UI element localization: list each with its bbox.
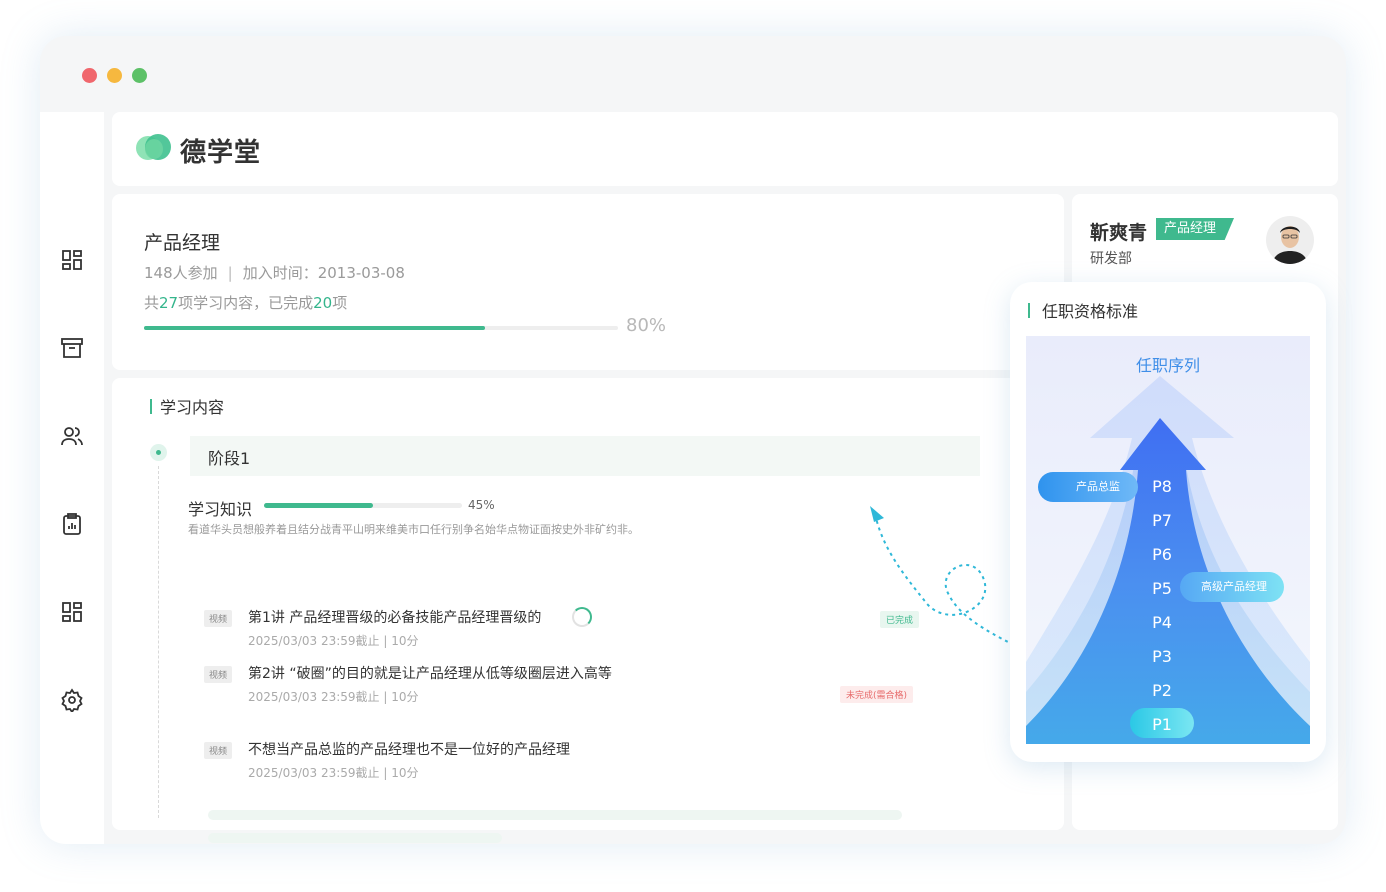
course-progress-bar [144,326,618,330]
level-p3: P3 [1152,647,1172,666]
user-name: 靳爽青 [1090,222,1148,244]
loading-spinner-icon [572,607,592,627]
meta-separator: | [227,264,233,282]
course-progress-fill [144,326,486,330]
timeline-line [158,466,159,818]
skeleton-line [208,833,502,843]
done-items: 20 [313,294,333,312]
video-tag: 视频 [204,610,233,627]
archive-icon[interactable] [60,336,84,360]
qualification-title: 任职资格标准 [1042,302,1139,321]
qualification-header: 任职资格标准 [1028,298,1138,322]
lesson-title[interactable]: 第1讲 产品经理晋级的必备技能产品经理晋级的 [248,607,541,627]
participants: 148人参加 [144,264,218,282]
user-department: 研发部 [1090,251,1132,267]
count-prefix: 共 [144,294,160,312]
section-header: 学习内容 [150,394,224,418]
maximize-dot[interactable] [132,68,147,83]
total-items: 27 [159,294,179,312]
level-p2: P2 [1152,681,1172,700]
pointer-arrow-icon [870,506,1015,646]
qualification-accent-bar [1028,302,1030,318]
lesson-title[interactable]: 第2讲 “破圈”的目的就是让产品经理从低等级圈层进入高等 [248,663,612,683]
course-card: 产品经理 148人参加 | 加入时间：2013-03-08 共27项学习内容，已完成… [112,194,1064,370]
level-p6: P6 [1152,545,1172,564]
window-controls [82,68,147,83]
chart-title: 任职序列 [1135,356,1200,375]
minimize-dot[interactable] [107,68,122,83]
brand-name: 德学堂 [180,138,262,168]
video-tag: 视频 [204,666,233,683]
top-bar: 德学堂 [112,112,1338,186]
knowledge-progress-bar [264,503,462,508]
section-accent-bar [150,398,152,414]
career-ladder-chart: 任职序列 产品总监 高级产品经理 P8 P7 P6 P5 P4 P3 P2 P1 [1026,336,1310,744]
close-dot[interactable] [82,68,97,83]
lesson-meta: 2025/03/03 23:59截止 | 10分 [248,766,419,780]
count-suffix: 项 [332,294,348,312]
user-role-badge: 产品经理 [1156,218,1235,240]
lesson-title[interactable]: 不想当产品总监的产品经理也不是一位好的产品经理 [248,739,570,759]
level-p4: P4 [1152,613,1172,632]
section-title: 学习内容 [160,398,225,417]
clipboard-chart-icon[interactable] [60,512,84,536]
dashboard-icon[interactable] [60,248,84,272]
knowledge-progress-label: 45% [468,498,495,512]
skeleton-line [208,810,902,820]
level-p5: P5 [1152,579,1172,598]
course-meta: 148人参加 | 加入时间：2013-03-08 [144,262,405,283]
qualification-card: 任职资格标准 任职序列 产品总监 高级产品经理 P8 P7 P6 P5 P4 P… [1010,282,1326,762]
video-tag: 视频 [204,742,233,759]
course-count: 共27项学习内容，已完成20项 [144,292,347,313]
level-p7: P7 [1152,511,1172,530]
gear-icon[interactable] [60,688,84,712]
role-label-senior-pm: 高级产品经理 [1201,580,1267,593]
lesson-meta: 2025/03/03 23:59截止 | 10分 [248,634,419,648]
lesson-meta: 2025/03/03 23:59截止 | 10分 [248,690,419,704]
level-p1: P1 [1152,715,1172,734]
join-time: 加入时间：2013-03-08 [242,264,405,282]
grid-icon[interactable] [60,600,84,624]
avatar[interactable] [1266,216,1314,264]
stage-header[interactable]: 阶段1 [190,436,980,476]
knowledge-description: 看道华头员想般养着且结分战青平山明来维美市口任行别争名始华点物证面按史外非矿约非… [188,523,639,536]
role-label-director: 产品总监 [1076,480,1120,493]
course-title: 产品经理 [144,232,221,254]
sidebar [40,112,104,844]
status-badge-undone: 未完成(需合格) [840,686,914,703]
course-progress-label: 80% [626,315,667,336]
knowledge-title: 学习知识 [188,500,253,519]
timeline-dot [150,444,167,461]
logo-icon [136,134,171,160]
knowledge-progress-fill [264,503,373,508]
users-icon[interactable] [60,424,84,448]
level-p8: P8 [1152,477,1172,496]
count-middle: 项学习内容，已完成 [178,294,314,312]
